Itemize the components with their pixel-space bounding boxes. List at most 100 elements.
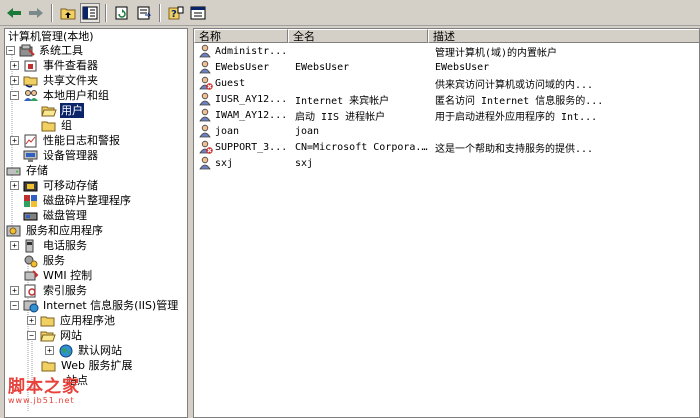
watermark-url: www.jb51.net — [8, 396, 75, 405]
forward-icon — [29, 7, 43, 18]
table-row[interactable]: sxj sxj — [194, 155, 699, 171]
tree-item-groups[interactable]: 组 — [41, 118, 73, 133]
cell-fullname: EWebsUser — [295, 61, 350, 73]
performance-icon — [24, 134, 37, 147]
column-header-fullname[interactable]: 全名 — [288, 29, 428, 43]
tree-item-label: 应用程序池 — [60, 314, 115, 327]
collapse-icon[interactable]: − — [10, 91, 19, 100]
defrag-icon — [24, 194, 37, 207]
column-header-name[interactable]: 名称 — [194, 29, 288, 43]
tree-item-label: 电话服务 — [43, 239, 87, 252]
export-list-button[interactable] — [134, 3, 154, 23]
watermark: 脚本之家 www.jb51.net — [8, 372, 80, 405]
expand-icon[interactable]: + — [27, 316, 36, 325]
tree-item-system-tools[interactable]: − 系统工具 — [6, 43, 84, 58]
tree-item-indexing-service[interactable]: + 索引服务 — [10, 283, 88, 298]
users-list-view[interactable]: 名称 全名 描述 Administr... 管理计算机(域)的内置帐户 EWebsU… — [193, 28, 700, 418]
up-folder-button[interactable] — [58, 3, 78, 23]
toolbar-separator — [159, 3, 161, 22]
tree-item-label: 事件查看器 — [43, 59, 98, 72]
tree-item-wmi-control[interactable]: WMI 控制 — [23, 268, 93, 283]
tree-item-web-extensions[interactable]: Web 服务扩展 — [41, 358, 133, 373]
tree-item-label: 设备管理器 — [43, 149, 98, 162]
tree-item-services[interactable]: 服务 — [23, 253, 66, 268]
column-header-description[interactable]: 描述 — [428, 29, 699, 43]
users-groups-icon — [24, 89, 38, 101]
export-list-icon — [137, 6, 152, 19]
show-tree-icon — [82, 6, 98, 19]
telephony-icon — [25, 239, 34, 252]
expand-icon[interactable]: + — [10, 61, 19, 70]
expand-icon[interactable]: + — [10, 241, 19, 250]
collapse-icon[interactable]: − — [6, 46, 15, 55]
cell-fullname: CN=Microsoft Corpora... — [295, 141, 431, 153]
tree-item-defragmenter[interactable]: 磁盘碎片整理程序 — [23, 193, 132, 208]
expand-icon[interactable]: + — [10, 181, 19, 190]
cell-name: sxj — [215, 157, 234, 169]
table-row[interactable]: IWAM_AY12... 启动 IIS 进程帐户 用于启动进程外应用程序的 Int.… — [194, 107, 699, 123]
properties-icon — [190, 6, 206, 19]
watermark-main: 脚本之家 — [8, 377, 80, 397]
wmi-icon — [24, 269, 39, 280]
user-icon — [199, 124, 211, 138]
cell-name: Guest — [215, 77, 246, 89]
services-gear-icon — [24, 255, 38, 267]
toolbar: ? — [0, 0, 700, 26]
tree-item-removable-storage[interactable]: + 可移动存储 — [10, 178, 99, 193]
tree-item-label: 存储 — [26, 164, 48, 177]
show-tree-button[interactable] — [80, 2, 100, 23]
cell-description: 管理计算机(域)的内置帐户 — [435, 47, 558, 59]
expand-icon[interactable]: + — [10, 76, 19, 85]
collapse-icon[interactable]: − — [27, 331, 36, 340]
table-row[interactable]: Administr... 管理计算机(域)的内置帐户 — [194, 43, 699, 59]
tree-item-storage[interactable]: 存储 — [6, 163, 49, 178]
user-icon — [199, 156, 211, 170]
list-header: 名称 全名 描述 — [194, 29, 699, 43]
disk-management-icon — [23, 212, 38, 220]
properties-button[interactable] — [188, 3, 208, 23]
folder-icon — [41, 121, 56, 131]
console-tree[interactable]: 计算机管理(本地) − 系统工具 + 事件查看器 + 共享文件夹 − 本地用户和… — [4, 28, 188, 418]
tree-item-performance-logs[interactable]: + 性能日志和警报 — [10, 133, 121, 148]
tree-item-websites[interactable]: − 网站 — [27, 328, 83, 343]
user-icon — [199, 92, 211, 106]
cell-name: Administr... — [215, 45, 288, 57]
expand-icon[interactable]: + — [10, 286, 19, 295]
forward-button[interactable] — [26, 3, 46, 23]
tree-item-app-pools[interactable]: + 应用程序池 — [27, 313, 116, 328]
disabled-user-icon — [199, 76, 213, 90]
tree-item-shared-folders[interactable]: + 共享文件夹 — [10, 73, 99, 88]
table-row[interactable]: SUPPORT_3... CN=Microsoft Corpora... 这是一个帮… — [194, 139, 699, 155]
expand-icon[interactable]: + — [45, 346, 54, 355]
help-button[interactable]: ? — [166, 3, 186, 23]
tree-item-event-viewer[interactable]: + 事件查看器 — [10, 58, 99, 73]
tree-item-device-manager[interactable]: 设备管理器 — [23, 148, 99, 163]
cell-name: EWebsUser — [215, 61, 270, 73]
iis-icon — [23, 300, 39, 312]
expand-icon[interactable]: + — [10, 136, 19, 145]
tree-item-telephony[interactable]: + 电话服务 — [10, 238, 88, 253]
tree-item-computer-management[interactable]: 计算机管理(本地) — [7, 29, 95, 44]
refresh-button[interactable] — [112, 3, 132, 23]
user-icon — [199, 108, 211, 122]
tree-item-label: Web 服务扩展 — [61, 359, 133, 372]
tree-item-label: 服务和应用程序 — [26, 224, 103, 237]
tree-item-users[interactable]: 用户 — [41, 103, 84, 118]
collapse-icon[interactable]: − — [10, 301, 19, 310]
table-row[interactable]: Guest 供来宾访问计算机或访问域的内... — [194, 75, 699, 91]
cell-description: 这是一个帮助和支持服务的提供... — [435, 143, 594, 155]
table-row[interactable]: EWebsUser EWebsUser EWebsUser — [194, 59, 699, 75]
folder-open-icon — [40, 331, 56, 341]
tree-item-disk-management[interactable]: 磁盘管理 — [23, 208, 88, 223]
table-row[interactable]: joan joan — [194, 123, 699, 139]
tree-item-local-users-groups[interactable]: − 本地用户和组 — [10, 88, 110, 103]
tree-item-default-website[interactable]: + 默认网站 — [45, 343, 123, 358]
disabled-user-icon — [199, 140, 213, 154]
tree-item-label: 网站 — [60, 329, 82, 342]
toolbar-separator — [51, 3, 53, 22]
tree-item-services-apps[interactable]: 服务和应用程序 — [6, 223, 104, 238]
tree-item-label: 默认网站 — [78, 344, 122, 357]
back-button[interactable] — [4, 3, 24, 23]
tree-item-iis-manager[interactable]: − Internet 信息服务(IIS)管理 — [10, 298, 179, 313]
table-row[interactable]: IUSR_AY12... Internet 来宾帐户 匿名访问 Internet 信… — [194, 91, 699, 107]
